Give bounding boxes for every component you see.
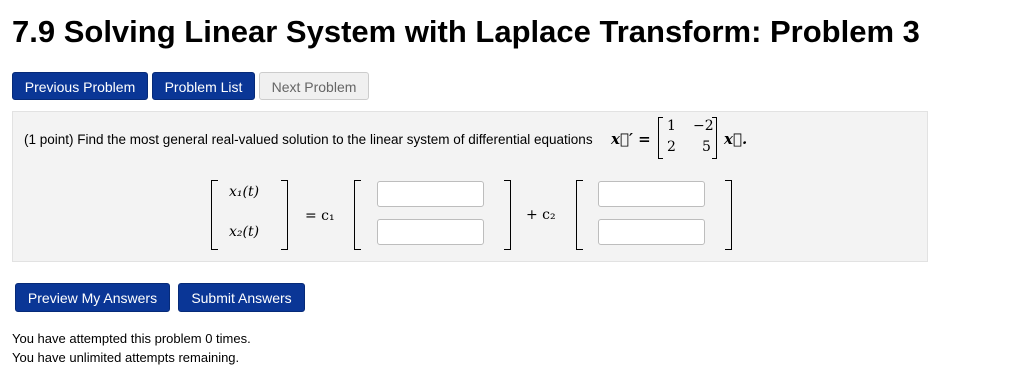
attempt-count-text: You have attempted this problem 0 times. <box>12 331 251 346</box>
c1-vector-left-bracket <box>354 180 361 250</box>
problem-list-button[interactable]: Problem List <box>152 72 255 100</box>
c2-label: + c₂ <box>526 207 556 223</box>
x1-label: x₁(t) <box>229 184 260 200</box>
c1-vector-right-bracket <box>504 180 511 250</box>
matrix-cell: 1 <box>667 118 676 134</box>
submit-answers-button[interactable]: Submit Answers <box>178 283 305 312</box>
statement-text: (1 point) Find the most general real-val… <box>24 132 593 147</box>
matrix-left-bracket <box>658 117 663 159</box>
page-title: 7.9 Solving Linear System with Laplace T… <box>12 14 920 49</box>
equation-lhs: x⃗′ = <box>611 130 651 148</box>
solution-vector-right-bracket <box>281 180 288 250</box>
matrix-cell: 5 <box>702 139 711 155</box>
c2-vector-left-bracket <box>576 180 583 250</box>
equation-rhs: x⃗. <box>724 130 748 148</box>
c1-top-input[interactable] <box>377 181 484 207</box>
c2-bottom-input[interactable] <box>598 219 705 245</box>
matrix-cell: 2 <box>667 139 676 155</box>
c1-label: = c₁ <box>305 208 335 224</box>
c1-bottom-input[interactable] <box>377 219 484 245</box>
c2-vector-right-bracket <box>725 180 732 250</box>
problem-panel: (1 point) Find the most general real-val… <box>12 111 928 262</box>
problem-statement: (1 point) Find the most general real-val… <box>24 132 593 147</box>
solution-vector-left-bracket <box>211 180 218 250</box>
attempt-status: You have attempted this problem 0 times.… <box>12 329 251 367</box>
attempts-remaining-text: You have unlimited attempts remaining. <box>12 350 240 365</box>
x2-label: x₂(t) <box>229 224 260 240</box>
c2-top-input[interactable] <box>598 181 705 207</box>
previous-problem-button[interactable]: Previous Problem <box>12 72 148 100</box>
matrix-right-bracket <box>712 117 717 159</box>
next-problem-button: Next Problem <box>259 72 369 100</box>
matrix-cell: −2 <box>693 118 714 134</box>
preview-answers-button[interactable]: Preview My Answers <box>15 283 170 312</box>
